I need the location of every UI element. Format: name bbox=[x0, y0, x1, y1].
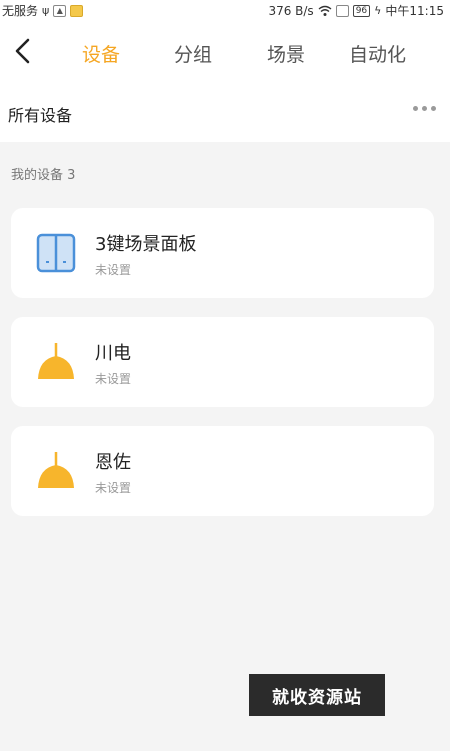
more-options-button[interactable] bbox=[413, 106, 436, 111]
tab-groups[interactable]: 分组 bbox=[174, 40, 212, 67]
back-arrow-icon bbox=[15, 38, 30, 64]
more-dot-icon bbox=[431, 106, 436, 111]
watermark: 就收资源站 bbox=[249, 674, 385, 716]
device-card[interactable]: 恩佐 未设置 bbox=[11, 426, 434, 516]
device-name: 川电 bbox=[95, 343, 131, 364]
more-dot-icon bbox=[413, 106, 418, 111]
top-navigation: 设备 分组 场景 自动化 bbox=[0, 20, 450, 84]
message-notification-icon bbox=[70, 4, 84, 17]
tab-devices[interactable]: 设备 bbox=[82, 40, 120, 67]
device-name: 恩佐 bbox=[95, 452, 131, 473]
switch-panel-icon bbox=[36, 233, 76, 273]
network-speed: 376 B/s bbox=[268, 3, 314, 18]
image-notification-icon: ▲ bbox=[53, 4, 67, 17]
device-name: 3键场景面板 bbox=[95, 234, 197, 255]
tab-scenes[interactable]: 场景 bbox=[267, 40, 305, 67]
device-card[interactable]: 3键场景面板 未设置 bbox=[11, 208, 434, 298]
ceiling-lamp-icon bbox=[38, 452, 74, 488]
device-card[interactable]: 川电 未设置 bbox=[11, 317, 434, 407]
tab-automation[interactable]: 自动化 bbox=[349, 40, 406, 67]
clock: 中午11:15 bbox=[385, 4, 444, 18]
device-status: 未设置 bbox=[95, 481, 132, 495]
back-button[interactable] bbox=[6, 34, 40, 68]
ceiling-lamp-icon bbox=[38, 343, 74, 379]
wifi-icon bbox=[318, 5, 332, 16]
status-bar: 无服务 ψ ▲ 376 B/s 96 ϟ 中午11:15 bbox=[0, 0, 450, 20]
device-count-label: 我的设备 3 bbox=[11, 168, 76, 183]
device-status: 未设置 bbox=[95, 372, 132, 386]
section-header: 所有设备 bbox=[0, 84, 450, 142]
battery-indicator: 96 bbox=[352, 4, 371, 17]
section-title: 所有设备 bbox=[8, 106, 73, 125]
more-dot-icon bbox=[422, 106, 427, 111]
carrier-text: 无服务 bbox=[2, 4, 39, 18]
device-status: 未设置 bbox=[95, 263, 132, 277]
sim-icon bbox=[335, 4, 349, 17]
usb-icon: ψ bbox=[42, 3, 50, 17]
charging-icon: ϟ bbox=[374, 3, 382, 17]
